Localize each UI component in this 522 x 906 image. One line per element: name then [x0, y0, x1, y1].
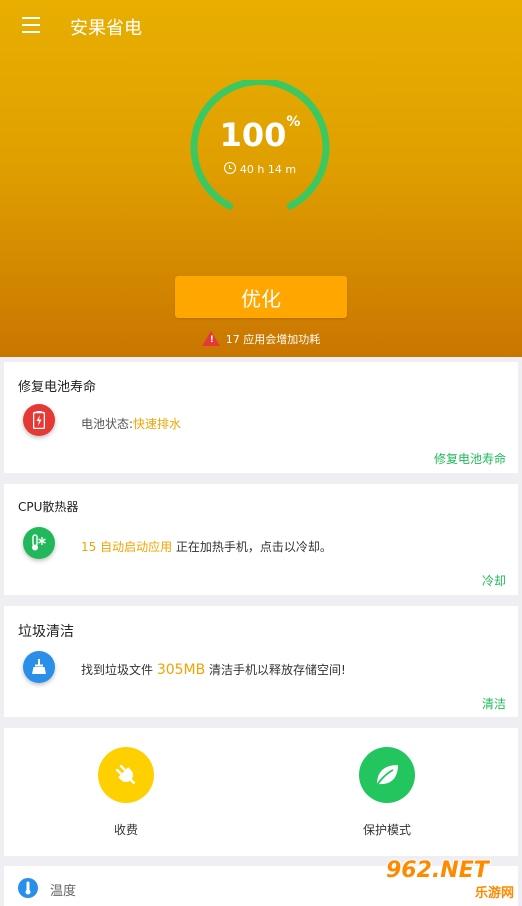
battery-percent: 100%: [190, 114, 330, 154]
watermark-main: 962.NET: [386, 858, 489, 883]
optimize-button[interactable]: 优化: [175, 276, 347, 318]
warning-text: 17 应用会增加功耗: [225, 333, 321, 346]
thermometer-small-icon: [18, 878, 38, 898]
junk-clean-title: 垃圾清洁: [18, 624, 74, 640]
battery-life-card[interactable]: 修复电池寿命 电池状态:快速排水 修复电池寿命: [4, 362, 518, 473]
battery-status: 电池状态:快速排水: [81, 415, 181, 432]
battery-icon: [23, 404, 55, 436]
battery-status-value: 快速排水: [133, 417, 182, 431]
cpu-status-text: 正在加热手机，点击以冷却。: [172, 540, 332, 554]
cpu-status: 15 自动启动应用 正在加热手机，点击以冷却。: [81, 538, 332, 555]
top-bar: 安果省电: [0, 0, 522, 55]
protect-mode-label[interactable]: 保护模式: [337, 821, 437, 838]
repair-battery-button[interactable]: 修复电池寿命: [434, 450, 506, 467]
charge-label[interactable]: 收费: [76, 821, 176, 838]
clean-button[interactable]: 清洁: [482, 695, 506, 712]
battery-status-prefix: 电池状态:: [81, 417, 134, 431]
junk-status: 找到垃圾文件 305MB 清洁手机以释放存储空间!: [81, 661, 346, 678]
thermometer-icon: [23, 527, 55, 559]
shortcuts-card: 收费 保护模式: [4, 728, 518, 856]
junk-status-suffix: 清洁手机以释放存储空间!: [205, 663, 346, 677]
menu-icon[interactable]: [22, 17, 40, 33]
broom-icon: [23, 651, 55, 683]
cpu-cooler-title: CPU散热器: [18, 500, 79, 514]
junk-size: 305MB: [156, 662, 206, 678]
cpu-cooler-card[interactable]: CPU散热器 15 自动启动应用 正在加热手机，点击以冷却。 冷却: [4, 484, 518, 595]
leaf-icon[interactable]: [359, 747, 415, 803]
watermark-sub: 乐游网: [474, 886, 514, 901]
percent-sign: %: [286, 114, 301, 130]
warning-icon: !: [201, 331, 220, 346]
battery-percent-value: 100: [219, 116, 287, 154]
remaining-time: 40 h 14 m: [190, 162, 330, 176]
clock-icon: [223, 162, 236, 174]
junk-status-prefix: 找到垃圾文件: [81, 663, 157, 677]
watermark: 962.NET 乐游网: [386, 858, 514, 902]
battery-life-title: 修复电池寿命: [18, 380, 97, 395]
battery-gauge: 100% 40 h 14 m: [190, 80, 330, 220]
cool-down-button[interactable]: 冷却: [482, 572, 506, 589]
temperature-label: 温度: [50, 884, 77, 899]
power-warning: ! 17 应用会增加功耗: [0, 331, 522, 347]
auto-start-apps-count: 15 自动启动应用: [81, 540, 173, 554]
header: 安果省电 100% 40 h 14 m 优化 ! 17 应用会增加功耗: [0, 0, 522, 357]
app-title: 安果省电: [70, 18, 142, 39]
junk-clean-card[interactable]: 垃圾清洁 找到垃圾文件 305MB 清洁手机以释放存储空间! 清洁: [4, 606, 518, 717]
plug-icon[interactable]: [98, 747, 154, 803]
remaining-time-value: 40 h 14 m: [239, 163, 297, 176]
